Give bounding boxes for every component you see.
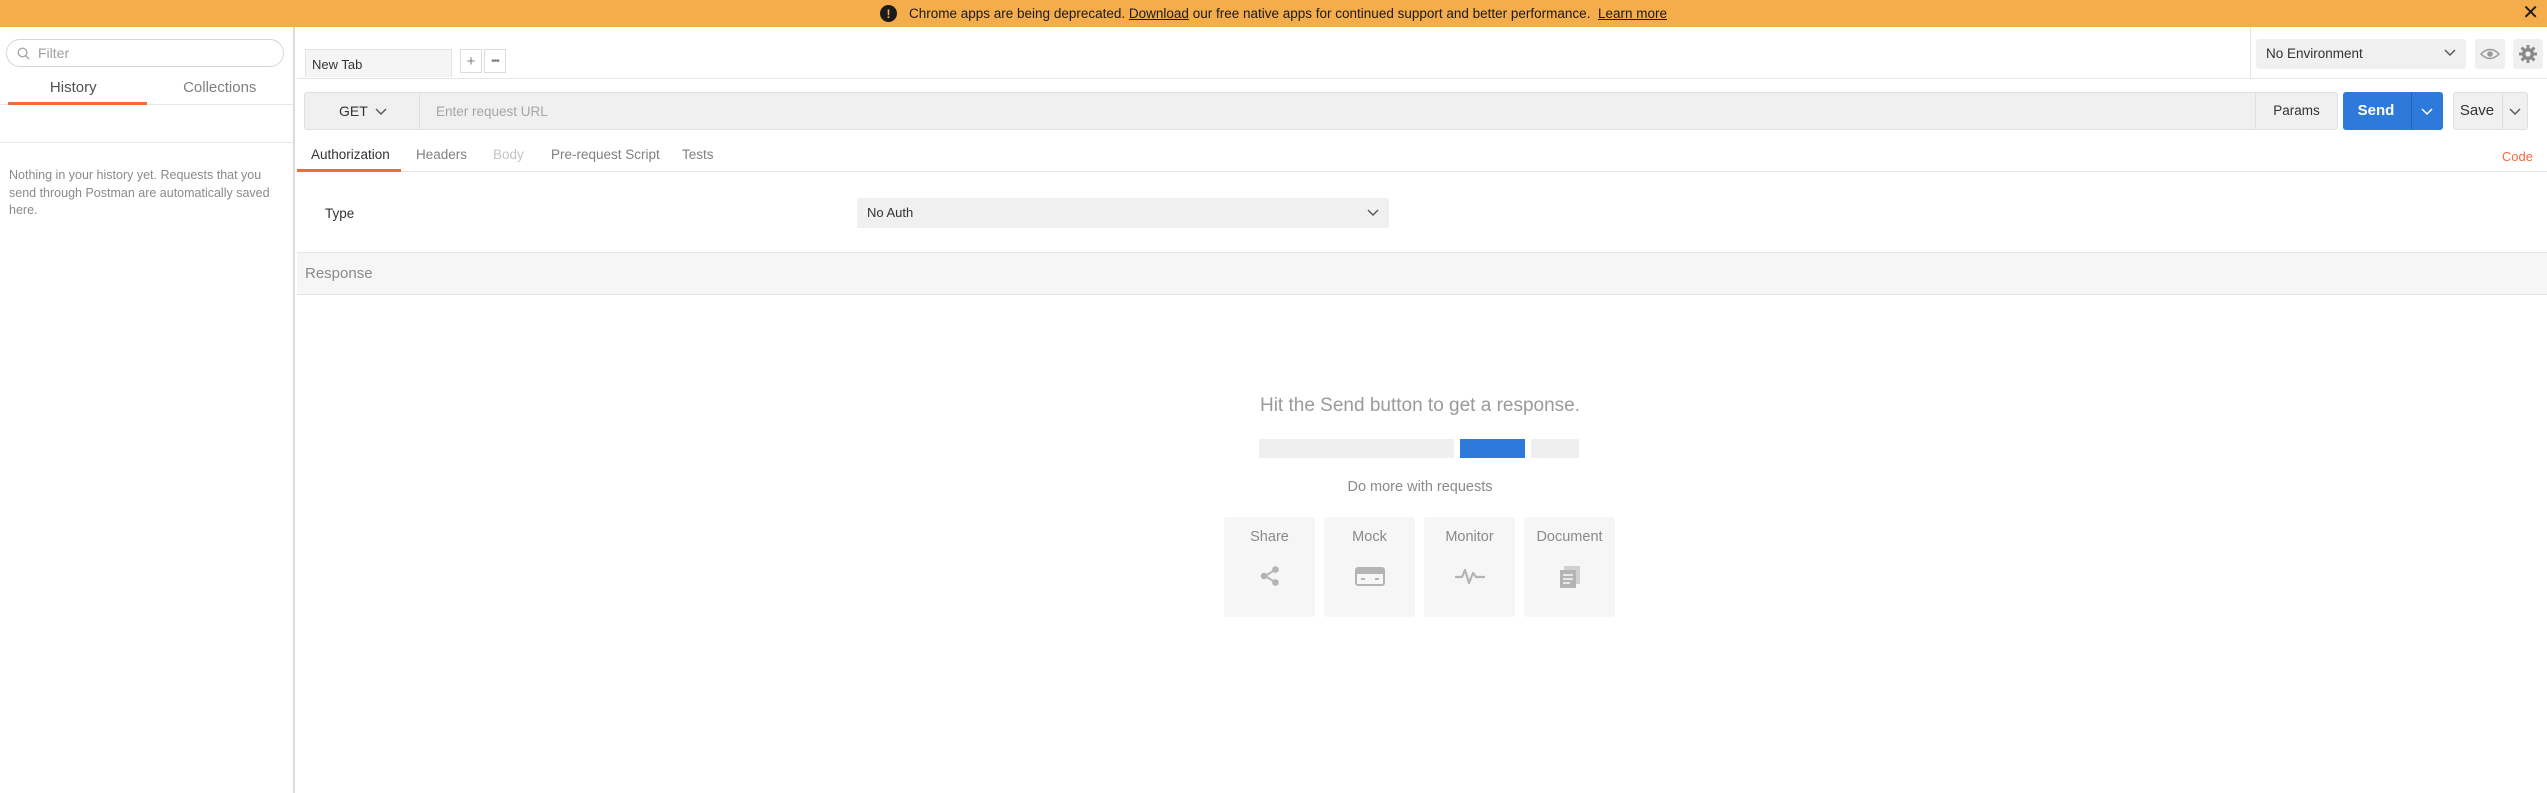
tab-authorization[interactable]: Authorization (311, 147, 390, 162)
tab-options-button[interactable]: ••• (484, 49, 506, 73)
environment-area: No Environment (2250, 27, 2547, 79)
response-header: Response (297, 252, 2547, 295)
tab-history[interactable]: History (0, 75, 147, 105)
tab-pre-request-script[interactable]: Pre-request Script (551, 147, 660, 162)
save-button[interactable]: Save (2453, 92, 2528, 130)
request-tab-bar: New Tab + ••• (297, 27, 2250, 79)
environment-select[interactable]: No Environment (2256, 39, 2466, 69)
deprecation-banner: ! Chrome apps are being deprecated. Down… (0, 0, 2547, 27)
sidebar-tabs: History Collections (0, 75, 293, 105)
banner-text-before: Chrome apps are being deprecated. (908, 6, 1126, 21)
method-label: GET (339, 103, 368, 119)
params-button[interactable]: Params (2255, 92, 2338, 130)
mock-card[interactable]: Mock (1324, 517, 1415, 617)
share-card[interactable]: Share (1224, 517, 1315, 617)
share-label: Share (1250, 529, 1289, 545)
save-label: Save (2459, 102, 2495, 119)
banner-text-after: our free native apps for continued suppo… (1192, 6, 1591, 21)
gear-icon (2519, 45, 2537, 63)
monitor-pulse-icon (1454, 568, 1485, 585)
filter-input[interactable] (38, 45, 258, 61)
document-label: Document (1536, 529, 1603, 545)
settings-button[interactable] (2513, 39, 2543, 69)
eye-icon (2480, 48, 2500, 60)
environment-selected: No Environment (2266, 46, 2363, 61)
illustration-url-bar (1259, 439, 1454, 458)
chevron-down-icon (375, 108, 387, 115)
request-tab[interactable]: New Tab (305, 49, 452, 77)
share-icon (1260, 566, 1279, 586)
url-input[interactable] (420, 92, 2255, 130)
tab-tests[interactable]: Tests (682, 147, 714, 162)
save-divider (2502, 93, 2503, 129)
illustration-send-bar (1460, 439, 1525, 458)
mock-label: Mock (1352, 529, 1387, 545)
active-tab-underline (297, 169, 401, 172)
illustration-save-bar (1531, 439, 1579, 458)
request-url-bar: GET Params Send Save (304, 92, 2528, 130)
download-link[interactable]: Download (1129, 6, 1189, 21)
send-label: Send (2357, 102, 2395, 119)
tab-collections[interactable]: Collections (147, 75, 294, 104)
sidebar-divider (0, 142, 293, 143)
send-button[interactable]: Send (2343, 92, 2443, 130)
send-divider (2411, 92, 2412, 130)
close-banner-icon[interactable]: ✕ (2522, 2, 2539, 24)
request-sub-tabs: Authorization Headers Body Pre-request S… (297, 140, 2547, 172)
chevron-down-icon[interactable] (2509, 104, 2521, 120)
monitor-label: Monitor (1445, 529, 1494, 545)
document-icon (1559, 566, 1580, 588)
filter-field[interactable] (6, 39, 284, 67)
chevron-down-icon (1367, 209, 1379, 216)
code-link[interactable]: Code (2502, 149, 2533, 164)
chevron-down-icon[interactable] (2421, 104, 2433, 120)
do-more-heading: Do more with requests (1347, 479, 1493, 495)
environment-quick-look-button[interactable] (2475, 39, 2505, 69)
response-hint: Hit the Send button to get a response. (1259, 395, 1581, 416)
add-tab-button[interactable]: + (460, 49, 482, 73)
tab-headers[interactable]: Headers (416, 147, 467, 162)
warning-icon: ! (879, 5, 897, 22)
document-card[interactable]: Document (1524, 517, 1615, 617)
auth-type-selected: No Auth (867, 205, 914, 220)
auth-type-select[interactable]: No Auth (857, 198, 1389, 228)
tab-body: Body (493, 147, 524, 162)
learn-more-link[interactable]: Learn more (1598, 6, 1667, 21)
history-empty-message: Nothing in your history yet. Requests th… (9, 168, 270, 217)
authorization-panel: Type No Auth (297, 173, 2547, 252)
mock-server-icon (1354, 567, 1385, 586)
search-icon (17, 46, 30, 60)
auth-type-label: Type (325, 206, 355, 221)
sidebar: History Collections Nothing in your hist… (0, 27, 295, 793)
chevron-down-icon (2444, 49, 2456, 56)
monitor-card[interactable]: Monitor (1424, 517, 1515, 617)
method-select[interactable]: GET (304, 92, 420, 130)
